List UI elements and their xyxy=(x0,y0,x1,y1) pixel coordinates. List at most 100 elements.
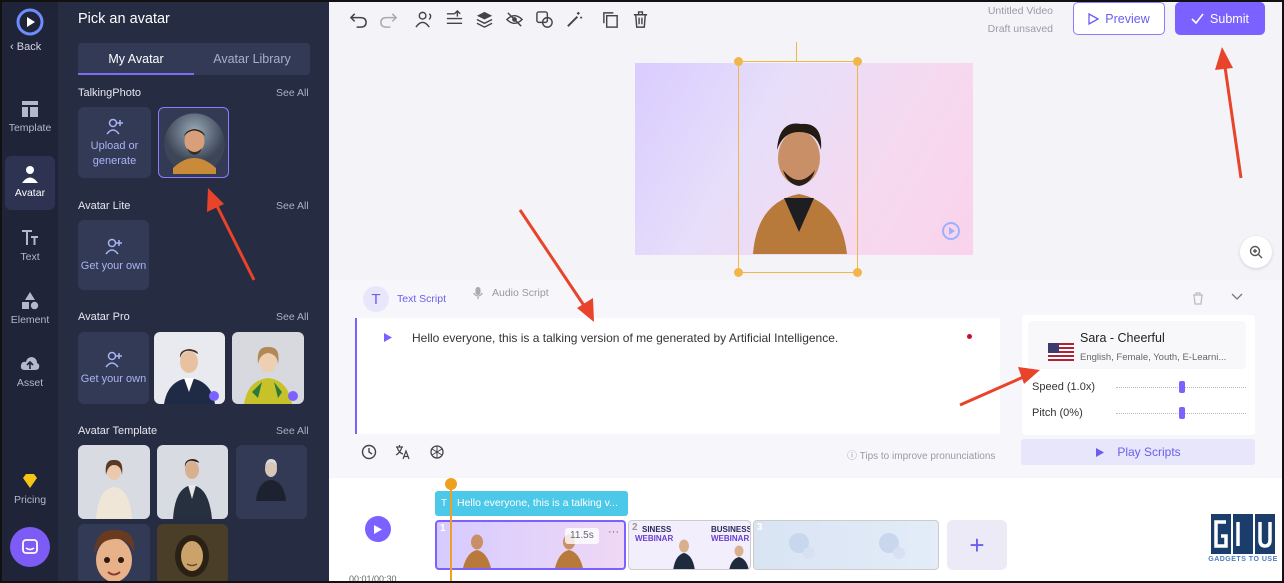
avatar-panel: Pick an avatar My Avatar Avatar Library … xyxy=(58,2,329,581)
voice-name: Sara - Cheerful xyxy=(1080,331,1165,345)
avatar-template-3[interactable] xyxy=(236,445,307,519)
avatar-pro-male-image xyxy=(164,349,219,404)
clip-3-thumbnail xyxy=(789,533,905,559)
tab-audio-script[interactable]: Audio Script xyxy=(472,286,549,300)
avatar-template-cartoon-image xyxy=(94,529,135,581)
pronunciation-tips-link[interactable]: ⓘ Tips to improve pronunciations xyxy=(847,447,995,462)
zoom-button[interactable] xyxy=(1240,236,1272,268)
video-title[interactable]: Untitled Video xyxy=(987,5,1053,17)
back-link[interactable]: ‹ Back xyxy=(10,41,41,53)
panel-title: Pick an avatar xyxy=(78,11,170,27)
talking-photo-thumbnail[interactable] xyxy=(158,107,229,178)
avatar-tabs: My Avatar Avatar Library xyxy=(78,43,310,75)
avatar-template-2[interactable] xyxy=(157,445,228,519)
hide-icon[interactable] xyxy=(505,10,524,29)
diamond-icon xyxy=(23,474,37,488)
caption-track-chip[interactable]: T Hello everyone, this is a talking v... xyxy=(435,491,628,516)
translate-icon[interactable] xyxy=(395,444,411,460)
avatar-selection-box[interactable] xyxy=(738,61,858,273)
voice-selector[interactable]: Sara - Cheerful English, Female, Youth, … xyxy=(1028,321,1246,369)
magic-wand-icon[interactable] xyxy=(565,10,584,29)
duplicate-icon[interactable] xyxy=(601,10,620,29)
play-icon xyxy=(1096,447,1105,457)
add-scene-button[interactable]: + xyxy=(947,520,1007,570)
chevron-down-icon[interactable] xyxy=(1231,293,1243,301)
get-your-own-lite-card[interactable]: Get your own xyxy=(78,220,149,290)
timeline-play-button[interactable] xyxy=(365,516,391,542)
timeline-clip-1[interactable]: 1 11.5s ··· xyxy=(435,520,626,570)
timeline-clip-3[interactable]: 3 xyxy=(753,520,939,570)
text-track-icon: T xyxy=(441,498,448,509)
script-text[interactable]: Hello everyone, this is a talking versio… xyxy=(412,331,838,345)
avatar-icon xyxy=(22,166,38,183)
editor-toolbar xyxy=(349,10,650,30)
avatar-pro-female-image xyxy=(244,346,298,404)
align-icon[interactable] xyxy=(445,10,464,29)
play-outline-icon xyxy=(1088,12,1100,25)
app-logo-icon[interactable] xyxy=(16,8,44,36)
clip-duration: 11.5s xyxy=(565,528,599,544)
speed-slider-knob[interactable] xyxy=(1179,381,1185,393)
add-person-icon xyxy=(104,238,122,254)
see-all-avatar-template[interactable]: See All xyxy=(276,425,309,437)
voice-description: English, Female, Youth, E-Learni... xyxy=(1080,352,1227,363)
resize-handle-tr[interactable] xyxy=(853,57,862,66)
upload-or-generate-card[interactable]: Upload or generate xyxy=(78,107,151,178)
ai-openai-icon[interactable] xyxy=(429,444,445,460)
tab-avatar-library[interactable]: Avatar Library xyxy=(194,43,310,75)
avatar-template-mona-lisa-image xyxy=(175,535,209,577)
more-options-icon[interactable]: ··· xyxy=(608,526,619,538)
mask-shape-icon[interactable] xyxy=(535,10,554,29)
asset-icon xyxy=(20,357,40,370)
get-your-own-pro-card[interactable]: Get your own xyxy=(78,332,149,404)
voice-settings: Sara - Cheerful English, Female, Youth, … xyxy=(1022,315,1255,435)
pitch-slider-knob[interactable] xyxy=(1179,407,1185,419)
clock-icon[interactable] xyxy=(361,444,377,460)
rail-item-avatar[interactable]: Avatar xyxy=(5,156,55,210)
rail-item-pricing[interactable]: Pricing xyxy=(2,471,58,506)
avatar-pro-male[interactable] xyxy=(154,332,225,404)
submit-button[interactable]: Submit xyxy=(1175,2,1265,35)
chat-support-button[interactable] xyxy=(10,527,50,567)
tab-my-avatar[interactable]: My Avatar xyxy=(78,43,194,75)
play-script-icon[interactable] xyxy=(383,332,393,343)
resize-handle-tl[interactable] xyxy=(734,57,743,66)
template-icon xyxy=(22,101,38,117)
playhead-handle[interactable] xyxy=(445,478,457,490)
us-flag-icon xyxy=(1048,343,1074,361)
tab-text-script[interactable]: T Text Script xyxy=(363,286,446,312)
watermark-text: GADGETS TO USE xyxy=(1208,556,1278,563)
pitch-label: Pitch (0%) xyxy=(1032,407,1083,419)
left-rail: ‹ Back Template Avatar Text Element Asse… xyxy=(2,2,58,581)
see-all-avatar-pro[interactable]: See All xyxy=(276,311,309,323)
playhead[interactable] xyxy=(450,480,452,581)
delete-icon[interactable] xyxy=(631,10,650,29)
resize-handle-br[interactable] xyxy=(853,268,862,277)
script-editor[interactable]: Hello everyone, this is a talking versio… xyxy=(355,318,1000,434)
avatar-pro-female[interactable] xyxy=(232,332,304,404)
avatar-template-1[interactable] xyxy=(78,445,150,519)
timeline-clip-2[interactable]: 2 SINESS WEBINAR BUSINESS WEBINAR xyxy=(628,520,751,570)
editor-main: Untitled Video Draft unsaved Preview Sub… xyxy=(329,2,1282,583)
avatar-template-mona-lisa[interactable] xyxy=(157,524,228,581)
check-icon xyxy=(1191,13,1204,24)
play-scripts-button[interactable]: Play Scripts xyxy=(1021,439,1255,465)
clip-number: 1 xyxy=(440,523,446,534)
layers-icon[interactable] xyxy=(475,10,494,29)
rail-item-text[interactable]: Text xyxy=(2,228,58,263)
rail-item-template[interactable]: Template xyxy=(2,99,58,134)
rail-item-element[interactable]: Element xyxy=(2,291,58,326)
trash-icon[interactable] xyxy=(1192,292,1204,305)
avatar-template-man-image xyxy=(173,459,212,519)
redo-icon[interactable] xyxy=(379,10,398,29)
preview-button[interactable]: Preview xyxy=(1073,2,1165,35)
see-all-avatar-lite[interactable]: See All xyxy=(276,200,309,212)
resize-handle-bl[interactable] xyxy=(734,268,743,277)
avatar-switch-icon[interactable] xyxy=(415,10,434,29)
save-status: Draft unsaved xyxy=(987,23,1053,35)
undo-icon[interactable] xyxy=(349,10,368,29)
rail-item-asset[interactable]: Asset xyxy=(2,354,58,389)
avatar-template-cartoon[interactable] xyxy=(78,524,150,581)
gadgets-to-use-logo xyxy=(1211,514,1275,554)
see-all-talkingphoto[interactable]: See All xyxy=(276,87,309,99)
